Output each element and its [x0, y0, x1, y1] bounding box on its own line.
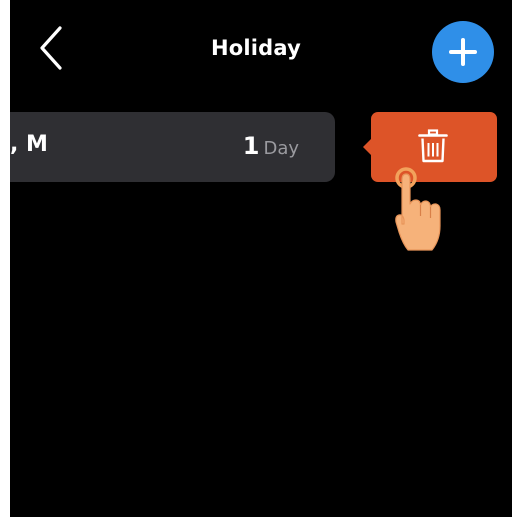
- holiday-screen: Holiday , M 1 Day: [10, 0, 512, 517]
- duration-unit: Day: [263, 138, 299, 159]
- delete-holiday-button[interactable]: [363, 112, 497, 182]
- plus-icon: [449, 38, 477, 66]
- holiday-list-item[interactable]: , M 1 Day: [10, 112, 335, 182]
- add-holiday-button[interactable]: [432, 21, 494, 83]
- duration-value: 1: [242, 132, 260, 160]
- holiday-name: , M: [10, 132, 48, 157]
- trash-icon: [418, 129, 448, 163]
- holiday-duration: 1 Day: [243, 132, 299, 160]
- delete-button-pointer: [363, 138, 372, 156]
